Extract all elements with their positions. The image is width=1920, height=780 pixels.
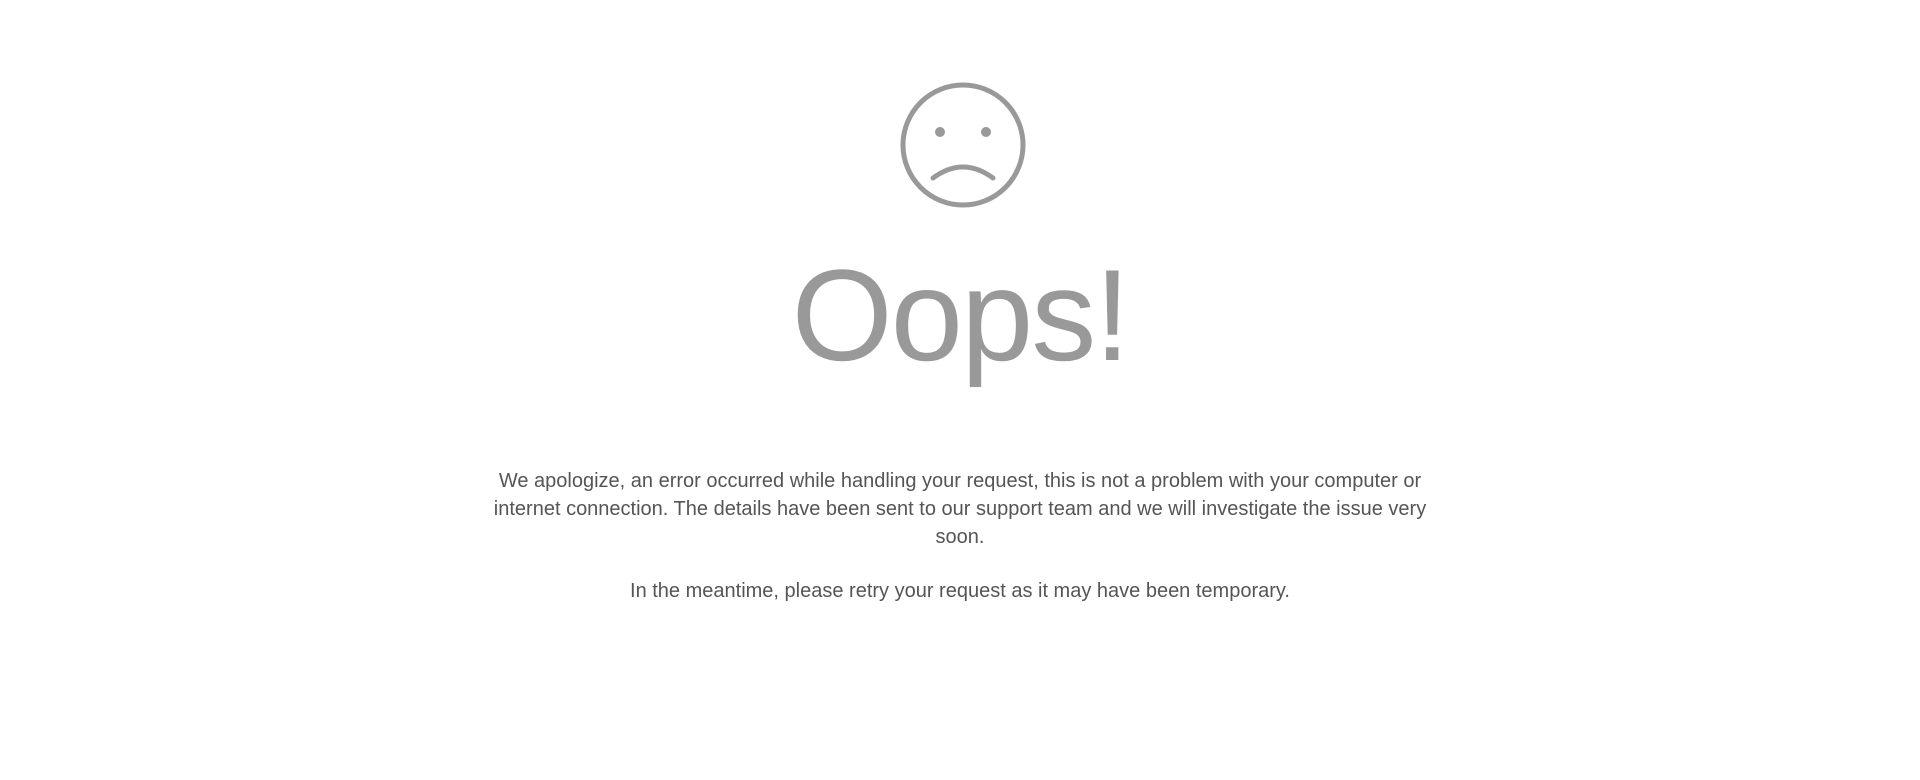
sad-face-icon (900, 82, 1026, 208)
retry-message: In the meantime, please retry your reque… (630, 580, 1290, 602)
error-page: Oops! We apologize, an error occurred wh… (0, 0, 1920, 780)
page-title: Oops! (791, 242, 1131, 388)
error-message: We apologize, an error occurred while ha… (493, 470, 1427, 548)
